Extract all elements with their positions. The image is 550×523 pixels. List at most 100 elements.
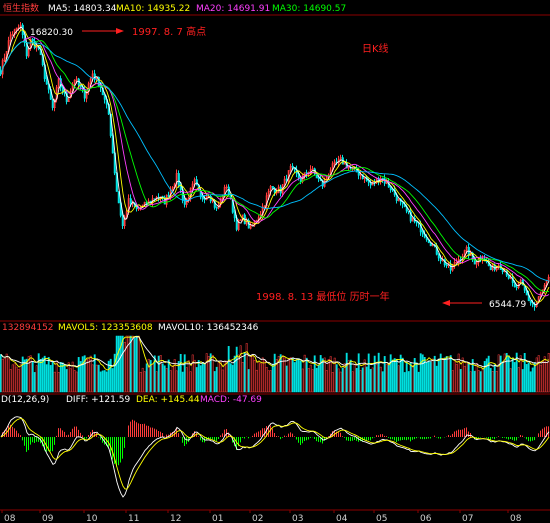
hang-seng-chart: 恒生指数 MA5: 14803.34 MA10: 14935.22 MA20: … [0,2,550,523]
volume-bar [219,361,222,393]
ma5-line [0,26,550,305]
volume-bar [437,358,440,393]
volume-bar [217,362,220,393]
volume-bar [37,353,40,393]
candle-body [201,196,204,200]
volume-bar [473,370,476,393]
volume-bar [285,365,288,393]
volume-bar [409,362,412,393]
volume-bar [197,360,200,393]
volume-bar [105,371,108,393]
volume-bar [291,357,294,393]
volume-bar [195,367,198,393]
volume-bar [317,365,320,393]
volume-bar [443,357,446,393]
volume-bar [17,369,20,393]
volume-bar [531,367,534,393]
ma10-label: MA10: 14935.22 [116,4,190,14]
volume-bar [511,357,514,393]
volume-bar [311,369,314,393]
volume-bar [21,356,24,393]
volume-bar [389,354,392,393]
candle-body [51,98,54,108]
volume-bar [545,362,548,393]
volume-bar [169,370,172,393]
volume-bar [201,362,204,393]
volume-bar [309,364,312,393]
volume-panel [0,335,550,393]
volume-bar [373,355,376,393]
x-tick-label: 08 [510,514,522,523]
volume-bar [113,353,116,393]
volume-bar [403,372,406,393]
volume-bar [397,365,400,393]
volume-bar [267,370,270,393]
volume-bar [241,361,244,393]
ma60-line [0,41,550,282]
volume-bar [107,360,110,393]
candle-body [291,165,294,168]
volume-bar [175,370,178,393]
volume-bar [49,365,52,393]
volume-bar [111,368,114,393]
volume-bar [171,366,174,393]
volume-bar [395,358,398,393]
macd-panel [0,416,550,498]
volume-bar [415,362,418,393]
volume-bar [139,371,142,393]
volume-bar [383,356,386,393]
volume-bar [85,359,88,393]
volume-bar [521,369,524,393]
volume-bar [65,369,68,393]
volume-bar [155,371,158,393]
volume-bar [367,353,370,393]
volume-bar [61,362,64,393]
volume-bar [293,362,296,393]
volume-bar [327,358,330,393]
macd-header: D(12,26,9) DIFF: +121.59 DEA: +145.44 MA… [1,395,262,405]
price-header: 恒生指数 MA5: 14803.34 MA10: 14935.22 MA20: … [3,2,346,14]
volume-header: 132894152 MAVOL5: 123353608 MAVOL10: 136… [2,323,259,333]
volume-bar [547,352,550,393]
volume-bar [59,362,62,393]
low-note: 1998. 8. 13 最低位 历时一年 [256,290,390,303]
volume-bar [337,368,340,393]
x-tick-label: 11 [128,514,139,523]
volume-bar [151,364,154,393]
candle-body [129,198,132,205]
volume-bar [193,359,196,393]
volume-bar [351,371,354,393]
x-tick-label: 09 [42,514,54,523]
dea-label: DEA: +145.44 [136,395,200,405]
volume-bar [467,363,470,393]
candle-body [299,177,302,182]
x-tick-label: 07 [462,514,473,523]
volume-bar [539,364,542,393]
volume-bar [179,353,182,393]
volume-bar [417,371,420,393]
volume-bar [53,371,56,393]
candle-body [381,178,384,180]
volume-bar [71,361,74,393]
x-tick-label: 02 [252,514,263,523]
volume-bar [359,370,362,393]
volume-bar [165,368,168,393]
volume-bar [287,358,290,393]
volume-bar [331,372,334,393]
ma30-line [0,40,550,293]
volume-bar [97,364,100,393]
low-value-label: 6544.79 [489,300,526,310]
x-tick-label: 05 [376,514,387,523]
volume-bar [51,361,54,393]
volume-bar [475,363,478,393]
volume-bar [529,371,532,393]
volume-bar [257,362,260,393]
volume-bar [235,346,238,393]
candle-body [449,263,452,271]
mavol10-label: MAVOL10: 136452346 [158,323,259,333]
volume-bar [295,359,298,393]
volume-bar [229,363,232,393]
volume-bar [43,355,46,393]
volume-bar [379,366,382,393]
volume-bar [387,364,390,393]
